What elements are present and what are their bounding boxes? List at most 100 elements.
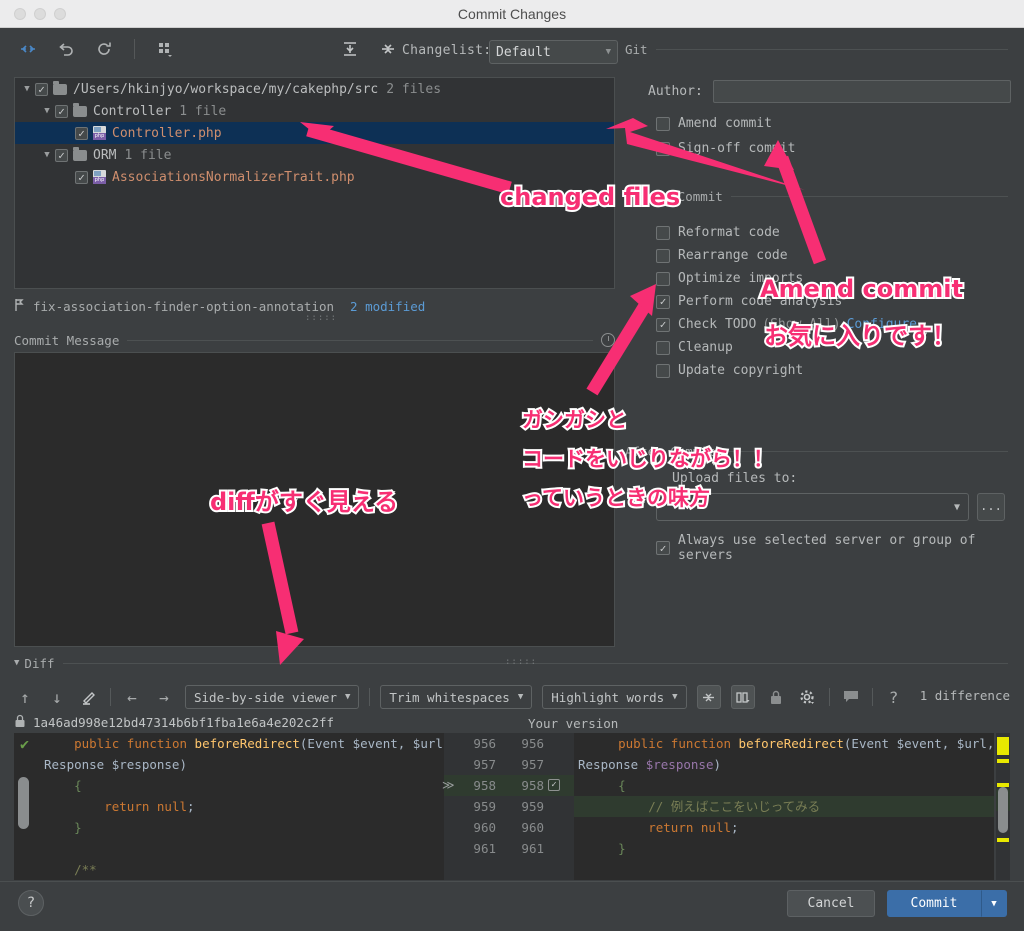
tree-row-checkbox[interactable]: [75, 127, 88, 140]
tree-row-label: /Users/hkinjyo/workspace/my/cakephp/src: [73, 82, 378, 97]
previous-difference-icon[interactable]: ↑: [14, 686, 36, 708]
chevron-down-icon[interactable]: ▼: [39, 106, 55, 116]
branch-name: fix-association-finder-option-annotation: [33, 299, 334, 314]
diff-code-line: // 例えばここをいじってみる: [574, 796, 994, 817]
tree-row-label: Controller: [93, 104, 171, 119]
diff-section-title: Diff: [24, 656, 54, 671]
diff-accepted-icon: ✔: [20, 735, 29, 753]
line-number-right: 957: [504, 754, 544, 775]
help-icon[interactable]: ?: [883, 686, 905, 708]
changelist-value: Default: [496, 45, 606, 60]
diff-code-line-wrap: Response $response): [574, 754, 994, 775]
window-title: Commit Changes: [0, 0, 1024, 28]
tree-row-checkbox[interactable]: [75, 171, 88, 184]
lock-icon: [14, 714, 26, 731]
toolbar-divider: [872, 688, 873, 706]
diff-gutter-row: 959959: [444, 796, 574, 817]
help-button[interactable]: ?: [18, 890, 44, 916]
chevron-down-icon[interactable]: ▼: [39, 150, 55, 160]
chevron-down-icon: ▼: [954, 502, 960, 513]
tree-row-label: ORM: [93, 148, 116, 163]
checkbox-box: [656, 249, 670, 263]
expand-all-icon[interactable]: [338, 37, 362, 61]
diff-change-marker[interactable]: [997, 737, 1009, 755]
revert-icon[interactable]: [54, 37, 78, 61]
diff-change-marker[interactable]: [997, 838, 1009, 842]
tree-row-count: 1 file: [124, 148, 171, 163]
diff-chunk-marker-icon[interactable]: ≫: [442, 775, 455, 796]
diff-pane-right[interactable]: public function beforeRedirect(Event $ev…: [574, 733, 994, 880]
diff-code-line: {: [14, 775, 444, 796]
line-number-left: 959: [450, 796, 496, 817]
tree-row-checkbox[interactable]: [55, 149, 68, 162]
arrow-to-changed-files: [300, 118, 530, 198]
git-section-title: Git: [625, 42, 648, 57]
collapse-all-icon[interactable]: [16, 37, 40, 61]
diff-gutter-row: 958958≫✓: [444, 775, 574, 796]
php-file-icon: [93, 170, 106, 184]
edit-source-icon[interactable]: [78, 686, 100, 708]
diff-scrollbar-thumb[interactable]: [998, 787, 1008, 833]
tree-row[interactable]: ▼ /Users/hkinjyo/workspace/my/cakephp/src…: [15, 78, 614, 100]
diff-change-marker[interactable]: [997, 759, 1009, 763]
tree-row-checkbox[interactable]: [35, 83, 48, 96]
tree-row-checkbox[interactable]: [55, 105, 68, 118]
diff-resize-grip[interactable]: :::::: [505, 657, 537, 667]
window-titlebar: Commit Changes: [0, 0, 1024, 28]
tree-resize-grip[interactable]: :::::: [305, 313, 337, 323]
commit-message-header: Commit Message: [14, 332, 615, 348]
whitespace-mode-value: Trim whitespaces: [389, 690, 509, 705]
next-difference-icon[interactable]: ↓: [46, 686, 68, 708]
refresh-icon[interactable]: [92, 37, 116, 61]
settings-gear-icon[interactable]: [797, 686, 819, 708]
tree-row-count: 1 file: [179, 104, 226, 119]
arrow-to-diff: [250, 515, 340, 675]
annotation-tteiu-toki: っていうときの味方: [522, 482, 710, 512]
author-input[interactable]: [713, 80, 1011, 103]
highlight-mode-value: Highlight words: [551, 690, 664, 705]
revision-hash: 1a46ad998e12bd47314b6bf1fba1e6a4e202c2ff: [33, 715, 334, 730]
diff-code-line: Response $response): [14, 754, 444, 775]
diff-code-line: [14, 838, 444, 859]
branch-icon: [14, 298, 26, 315]
php-file-icon: [93, 126, 106, 140]
diff-marker-scrollbar[interactable]: [996, 733, 1010, 880]
diff-left-scrollbar-thumb[interactable]: [18, 777, 29, 829]
line-number-left: 961: [450, 838, 496, 859]
commit-changes-dialog: Commit Changes Change: [0, 0, 1024, 931]
accept-left-icon[interactable]: ←: [121, 686, 143, 708]
before-commit-update-copyright-checkbox[interactable]: Update copyright: [656, 363, 803, 378]
author-row: Author:: [648, 80, 1011, 103]
chevron-down-icon[interactable]: ▼: [19, 84, 35, 94]
group-by-icon[interactable]: [153, 37, 177, 61]
your-version-label: Your version: [528, 716, 618, 731]
git-amend-commit-checkbox[interactable]: Amend commit: [656, 116, 772, 131]
tree-row-count: 2 files: [386, 82, 441, 97]
line-number-left: 960: [450, 817, 496, 838]
cancel-button[interactable]: Cancel: [787, 890, 875, 917]
browse-servers-button[interactable]: ...: [977, 493, 1005, 521]
line-number-right: 956: [504, 733, 544, 754]
always-use-server-checkbox[interactable]: Always use selected server or group of s…: [656, 533, 1024, 563]
viewer-mode-select[interactable]: Side-by-side viewer ▼: [185, 685, 359, 709]
annotation-gashigashi: ガシガシと: [522, 404, 627, 434]
collapse-selection-icon[interactable]: [376, 37, 400, 61]
line-number-right: 958: [504, 775, 544, 796]
accept-right-icon[interactable]: →: [153, 686, 175, 708]
synchronize-scroll-toggle[interactable]: [731, 685, 755, 709]
collapse-unchanged-toggle[interactable]: [697, 685, 721, 709]
diff-pane-left[interactable]: public function beforeRedirect(Event $ev…: [14, 733, 444, 880]
commit-options-button[interactable]: ▼: [981, 890, 1007, 917]
whitespace-mode-select[interactable]: Trim whitespaces ▼: [380, 685, 532, 709]
highlight-mode-select[interactable]: Highlight words ▼: [542, 685, 686, 709]
changelist-label: Changelist:: [402, 43, 491, 58]
diff-chunk-checkbox[interactable]: ✓: [548, 779, 560, 791]
comment-icon[interactable]: [840, 686, 862, 708]
lock-icon[interactable]: [765, 686, 787, 708]
chevron-down-icon: ▼: [345, 692, 350, 702]
diff-code-line: {: [574, 775, 994, 796]
commit-button[interactable]: Commit: [887, 890, 981, 917]
changelist-select[interactable]: Default ▼: [489, 40, 618, 64]
diff-code-line: return null;: [574, 817, 994, 838]
diff-code-line: public function beforeRedirect(Event $ev…: [574, 733, 994, 754]
